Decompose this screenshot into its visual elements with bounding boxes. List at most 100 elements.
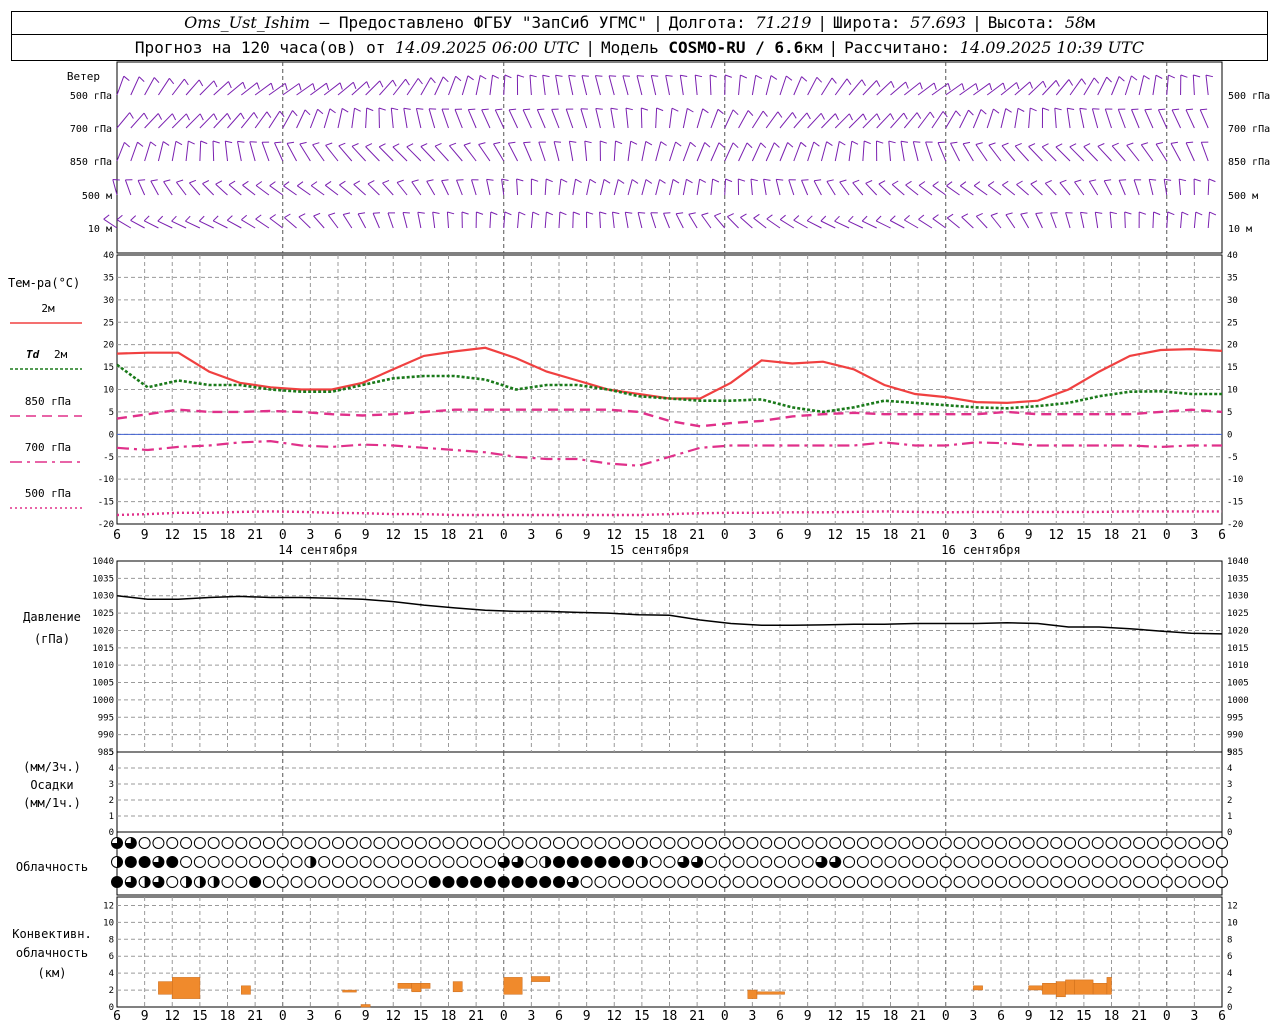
y-tick-label-right: 2	[1227, 796, 1232, 806]
cloud-symbol	[815, 876, 828, 888]
wind-barb-feather	[1193, 178, 1201, 182]
cloud-symbol	[898, 856, 911, 868]
wind-barb	[793, 112, 808, 129]
x-tick-label: 12	[164, 528, 180, 543]
wind-barb	[568, 75, 574, 96]
wind-barb	[1035, 213, 1043, 229]
x-tick-label: 18	[1104, 1009, 1120, 1024]
cloud-symbol	[760, 837, 773, 849]
wind-barb	[553, 141, 560, 162]
x-tick-label: 18	[441, 1009, 457, 1024]
cloud-symbol	[1119, 856, 1132, 868]
y-tick-label-right: 1015	[1227, 644, 1249, 654]
wind-barb	[1155, 143, 1168, 162]
wind-barb-feather	[1144, 108, 1152, 111]
wind-barb	[365, 107, 368, 129]
wind-barb-feather	[313, 212, 321, 217]
wind-barb-feather	[353, 180, 361, 185]
wind-barb-feather	[989, 83, 993, 91]
cloud-symbol	[884, 856, 897, 868]
wind-barb	[779, 112, 793, 129]
wind-barb	[185, 141, 189, 162]
wind-barb	[688, 214, 698, 229]
wind-barb-feather	[1155, 74, 1163, 79]
wind-barb	[261, 142, 270, 162]
wind-barb-feather	[793, 215, 800, 221]
conv-bar	[1028, 985, 1043, 991]
cloud-symbol	[1022, 876, 1035, 888]
y-tick-label-right: 8	[1227, 935, 1232, 945]
conv-bar	[172, 977, 201, 999]
wind-barb	[1097, 76, 1108, 96]
cloud-symbol	[884, 876, 897, 888]
cloud-symbol	[470, 876, 483, 888]
wind-barb-feather	[732, 109, 739, 116]
wind-barb	[862, 140, 865, 162]
wind-barb-feather	[1126, 142, 1134, 146]
date-label: 15 сентября	[610, 543, 689, 557]
wind-barb	[945, 110, 957, 129]
wind-barb	[890, 112, 905, 129]
wind-barb	[946, 185, 960, 196]
cloud-symbol	[663, 856, 676, 868]
temp-legend: 2м Td 2м 850 гПа 700 гПа 500 гПа	[10, 302, 82, 509]
y-tick-label-right: 0	[1227, 828, 1232, 838]
wind-barb-feather	[820, 113, 825, 120]
wind-barb-feather	[760, 142, 767, 149]
wind-barb-feather	[631, 179, 639, 184]
cloud-symbol	[152, 837, 165, 849]
wind-barb-feather	[1045, 180, 1052, 184]
wind-barb	[309, 109, 319, 129]
wind-barb-feather	[1112, 142, 1119, 147]
wind-barb	[158, 113, 173, 129]
wind-barb-feather	[269, 214, 276, 219]
wind-barb-feather	[504, 74, 512, 79]
wind-barb-feather	[755, 74, 763, 80]
wind-barb	[558, 211, 561, 229]
wind-barb	[1094, 212, 1099, 229]
wind-barb-feather	[1095, 211, 1103, 214]
wind-barb	[254, 111, 268, 129]
x-tick-label: 3	[969, 1009, 977, 1024]
wind-barb	[227, 219, 242, 229]
wind-barb	[284, 217, 297, 229]
wind-barb	[627, 179, 633, 196]
cloud-symbol	[760, 856, 773, 868]
precip-unit-3h: (мм/3ч.)	[23, 760, 81, 774]
wind-barb-feather	[968, 109, 974, 116]
cloud-symbol	[180, 837, 193, 849]
pressure-series	[116, 594, 1223, 635]
wind-barb	[1016, 184, 1029, 196]
y-tick-label-left: 2	[109, 986, 114, 996]
wind-barb-feather	[328, 212, 336, 216]
wind-barb-feather	[1170, 141, 1178, 144]
wind-barb	[900, 141, 905, 162]
wind-barb-feather	[725, 74, 732, 78]
x-tick-label: 18	[662, 1009, 678, 1024]
wind-barb-feather	[396, 179, 404, 183]
wind-barb	[296, 109, 306, 129]
wind-barb-feather	[256, 82, 260, 90]
wind-barb-feather	[329, 108, 336, 114]
wind-barb	[529, 75, 532, 96]
wind-barb-feather	[686, 178, 693, 184]
wind-barb	[834, 113, 850, 129]
cloud-symbol	[456, 876, 469, 888]
cloud-symbol	[1202, 876, 1215, 888]
cloud-symbol	[470, 856, 483, 868]
x-tick-label: 18	[1104, 528, 1120, 543]
wind-barb-feather	[689, 141, 697, 148]
cloud-symbol	[1008, 876, 1021, 888]
cloud-half	[199, 876, 206, 888]
wind-barb	[286, 143, 298, 162]
wind-barb-feather	[228, 81, 232, 89]
cloud-symbol	[981, 837, 994, 849]
x-tick-label: 21	[1131, 528, 1147, 543]
wind-barb-feather	[137, 141, 144, 147]
cloud-symbol	[732, 837, 745, 849]
x-tick-label: 9	[141, 528, 149, 543]
wind-barb-feather	[599, 211, 607, 215]
wind-barb	[665, 75, 670, 96]
wind-barb-feather	[529, 74, 537, 78]
wind-barb-feather	[198, 215, 205, 222]
